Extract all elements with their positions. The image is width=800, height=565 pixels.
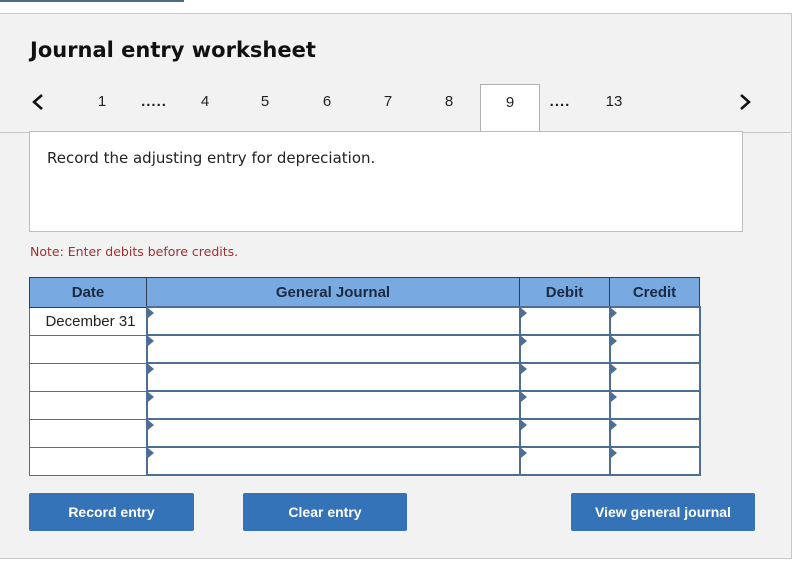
worksheet-panel: Journal entry worksheet 1 ..... 4 5 6 7 … [0,13,792,559]
page-6[interactable]: 6 [317,84,337,132]
account-input[interactable] [147,338,519,360]
pager-ellipsis: ..... [141,93,167,110]
debit-cell[interactable] [518,418,611,448]
credit-input[interactable] [610,422,699,444]
page-9-active[interactable]: 9 [480,84,540,133]
date-cell [29,362,147,392]
page-8[interactable]: 8 [439,84,459,132]
header-date: Date [29,277,147,308]
debit-input[interactable] [520,338,609,360]
page-navigator: 1 ..... 4 5 6 7 8 9 .... 13 [0,84,791,133]
header-debit: Debit [519,277,610,308]
view-general-journal-button[interactable]: View general journal [571,493,755,531]
page-title: Journal entry worksheet [30,38,316,62]
account-input[interactable] [147,366,519,388]
debit-input[interactable] [520,366,609,388]
debit-cell[interactable] [518,446,611,476]
table-header-row: Date General Journal Debit Credit [29,277,700,308]
note-text: Note: Enter debits before credits. [30,244,239,259]
header-general-journal: General Journal [146,277,520,308]
journal-table: Date General Journal Debit Credit Decemb… [29,277,701,476]
chevron-right-icon[interactable] [735,88,755,116]
table-row [29,418,701,448]
account-input[interactable] [147,450,519,472]
credit-cell[interactable] [608,418,701,448]
page-1[interactable]: 1 [92,84,112,132]
credit-cell[interactable] [608,334,701,364]
date-cell [29,390,147,420]
account-cell[interactable] [145,334,521,364]
date-cell [29,334,147,364]
date-cell [29,446,147,476]
page-13[interactable]: 13 [600,84,628,132]
clear-entry-button[interactable]: Clear entry [243,493,407,531]
credit-cell[interactable] [608,306,701,336]
debit-cell[interactable] [518,362,611,392]
credit-input[interactable] [610,310,699,332]
debit-input[interactable] [520,310,609,332]
page-4[interactable]: 4 [195,84,215,132]
table-row [29,362,701,392]
credit-input[interactable] [610,450,699,472]
debit-cell[interactable] [518,390,611,420]
account-cell[interactable] [145,446,521,476]
pager-ellipsis: .... [549,93,571,110]
header-credit: Credit [609,277,700,308]
account-input[interactable] [147,422,519,444]
account-cell[interactable] [145,418,521,448]
date-cell [29,418,147,448]
debit-cell[interactable] [518,334,611,364]
top-progress-bar [0,0,184,2]
debit-input[interactable] [520,394,609,416]
account-cell[interactable] [145,390,521,420]
page-5[interactable]: 5 [255,84,275,132]
page-7[interactable]: 7 [378,84,398,132]
credit-cell[interactable] [608,362,701,392]
credit-cell[interactable] [608,390,701,420]
account-cell[interactable] [145,362,521,392]
table-row [29,334,701,364]
account-cell[interactable] [145,306,521,336]
debit-input[interactable] [520,450,609,472]
table-row [29,446,701,476]
account-input[interactable] [147,394,519,416]
credit-cell[interactable] [608,446,701,476]
debit-input[interactable] [520,422,609,444]
date-cell: December 31 [29,306,147,336]
credit-input[interactable] [610,394,699,416]
chevron-left-icon[interactable] [28,88,48,116]
instruction-box: Record the adjusting entry for depreciat… [29,131,743,232]
debit-cell[interactable] [518,306,611,336]
credit-input[interactable] [610,338,699,360]
credit-input[interactable] [610,366,699,388]
account-input[interactable] [147,310,519,332]
table-row [29,390,701,420]
instruction-text: Record the adjusting entry for depreciat… [47,149,376,167]
table-row: December 31 [29,306,701,336]
record-entry-button[interactable]: Record entry [29,493,194,531]
